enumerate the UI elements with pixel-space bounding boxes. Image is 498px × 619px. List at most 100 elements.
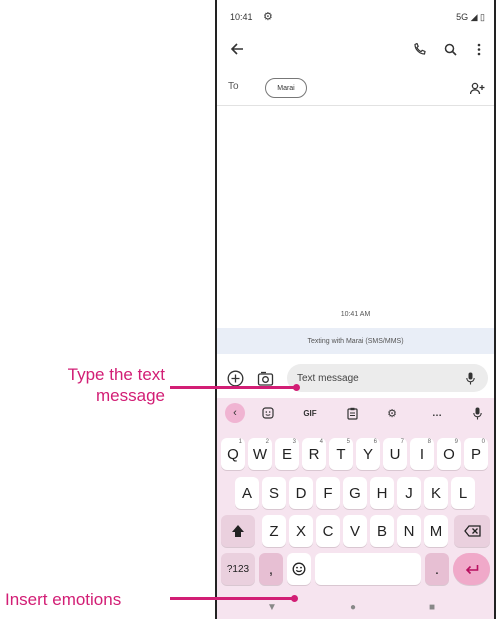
key-q[interactable]: Q1	[221, 438, 245, 470]
key-c-label: C	[322, 522, 334, 540]
key-z[interactable]: Z	[262, 515, 286, 547]
header-divider	[217, 105, 494, 106]
key-c[interactable]: C	[316, 515, 340, 547]
more-tools-button[interactable]: …	[427, 403, 447, 423]
backspace-key[interactable]	[454, 515, 490, 547]
key-h[interactable]: H	[370, 477, 394, 509]
back-arrow-icon[interactable]	[226, 38, 248, 60]
key-v[interactable]: V	[343, 515, 367, 547]
key-o[interactable]: O9	[437, 438, 461, 470]
sticker-icon[interactable]	[258, 403, 278, 423]
message-timestamp: 10:41 AM	[340, 311, 371, 318]
search-icon[interactable]	[439, 38, 461, 60]
enter-key[interactable]	[453, 553, 490, 585]
gif-button[interactable]: GIF	[300, 403, 320, 423]
key-i-label: I	[419, 445, 425, 463]
compose-row: Text message	[217, 361, 494, 395]
keyboard-settings-icon[interactable]: ⚙	[382, 403, 402, 423]
key-a[interactable]: A	[235, 477, 259, 509]
key-w-label: W	[252, 445, 268, 463]
key-g[interactable]: G	[343, 477, 367, 509]
keyboard-toolbar: ‹ GIF ⚙ …	[217, 398, 494, 428]
signal-icon: ◢	[470, 12, 478, 22]
callout-line-insert-emotions	[170, 597, 294, 600]
key-r[interactable]: R4	[302, 438, 326, 470]
recipient-chip[interactable]: Marai	[265, 78, 307, 98]
key-u-hint: 7	[400, 439, 404, 445]
recipient-row: To Marai	[226, 76, 488, 100]
nav-back-icon[interactable]: ▼	[267, 602, 277, 613]
key-p[interactable]: P0	[464, 438, 488, 470]
key-j[interactable]: J	[397, 477, 421, 509]
key-u[interactable]: U7	[383, 438, 407, 470]
key-s[interactable]: S	[262, 477, 286, 509]
shift-key[interactable]	[221, 515, 255, 547]
key-y-hint: 6	[373, 439, 377, 445]
key-n[interactable]: N	[397, 515, 421, 547]
key-k[interactable]: K	[424, 477, 448, 509]
key-k-label: K	[430, 484, 441, 502]
callout-line-type-text	[170, 386, 296, 389]
microphone-icon[interactable]	[459, 367, 481, 389]
callout-type-text-line1: Type the text	[67, 365, 165, 384]
key-j-label: J	[405, 484, 413, 502]
key-m[interactable]: M	[424, 515, 448, 547]
keyboard: ‹ GIF ⚙ … Q1W2E3R4T5Y6U7I8O9P0 ASDFGHJKL…	[217, 398, 494, 619]
space-key[interactable]	[315, 553, 421, 585]
toolbar-collapse-icon[interactable]: ‹	[225, 403, 245, 423]
key-h-label: H	[376, 484, 388, 502]
key-b-label: B	[376, 522, 387, 540]
key-l[interactable]: L	[451, 477, 475, 509]
callout-type-text-line2: message	[96, 386, 165, 405]
key-m-label: M	[429, 522, 443, 540]
clipboard-icon[interactable]	[342, 403, 362, 423]
key-e[interactable]: E3	[275, 438, 299, 470]
key-n-label: N	[403, 522, 415, 540]
sms-info-banner: Texting with Marai (SMS/MMS)	[217, 328, 494, 354]
key-f-label: F	[323, 484, 333, 502]
key-y[interactable]: Y6	[356, 438, 380, 470]
key-i-hint: 8	[427, 439, 431, 445]
network-status: 5G ◢ ▯	[456, 12, 485, 23]
callout-insert-emotions: Insert emotions	[5, 590, 122, 609]
key-x[interactable]: X	[289, 515, 313, 547]
status-time: 10:41	[230, 12, 253, 22]
symbols-key[interactable]: ?123	[221, 553, 255, 585]
key-l-label: L	[458, 484, 468, 502]
key-f[interactable]: F	[316, 477, 340, 509]
comma-key[interactable]: ,	[259, 553, 283, 585]
key-i[interactable]: I8	[410, 438, 434, 470]
add-person-icon[interactable]	[466, 77, 488, 99]
period-key[interactable]: .	[425, 553, 449, 585]
key-z-label: Z	[269, 522, 279, 540]
settings-gear-icon: ⚙	[263, 11, 273, 23]
nav-home-icon[interactable]: ●	[350, 602, 356, 613]
text-message-input[interactable]: Text message	[287, 364, 488, 392]
battery-icon: ▯	[480, 12, 485, 22]
sms-info-text: Texting with Marai (SMS/MMS)	[307, 337, 404, 345]
key-t-hint: 5	[346, 439, 350, 445]
key-o-hint: 9	[454, 439, 458, 445]
phone-bezel-right	[494, 0, 496, 619]
key-r-hint: 4	[319, 439, 323, 445]
key-p-label: P	[470, 445, 481, 463]
key-x-label: X	[295, 522, 306, 540]
key-t[interactable]: T5	[329, 438, 353, 470]
callout-dot-insert-emotions	[291, 595, 298, 602]
key-e-hint: 3	[292, 439, 296, 445]
voice-input-icon[interactable]	[467, 403, 487, 423]
key-q-label: Q	[227, 445, 239, 463]
key-p-hint: 0	[481, 439, 485, 445]
callout-dot-type-text	[293, 384, 300, 391]
key-b[interactable]: B	[370, 515, 394, 547]
nav-recents-icon[interactable]: ■	[429, 602, 435, 613]
key-w-hint: 2	[265, 439, 269, 445]
key-v-label: V	[349, 522, 360, 540]
more-options-icon[interactable]	[468, 38, 490, 60]
key-t-label: T	[336, 445, 346, 463]
emoji-key[interactable]	[287, 553, 311, 585]
compose-placeholder: Text message	[297, 373, 359, 384]
key-d[interactable]: D	[289, 477, 313, 509]
key-w[interactable]: W2	[248, 438, 272, 470]
phone-call-icon[interactable]	[408, 38, 430, 60]
